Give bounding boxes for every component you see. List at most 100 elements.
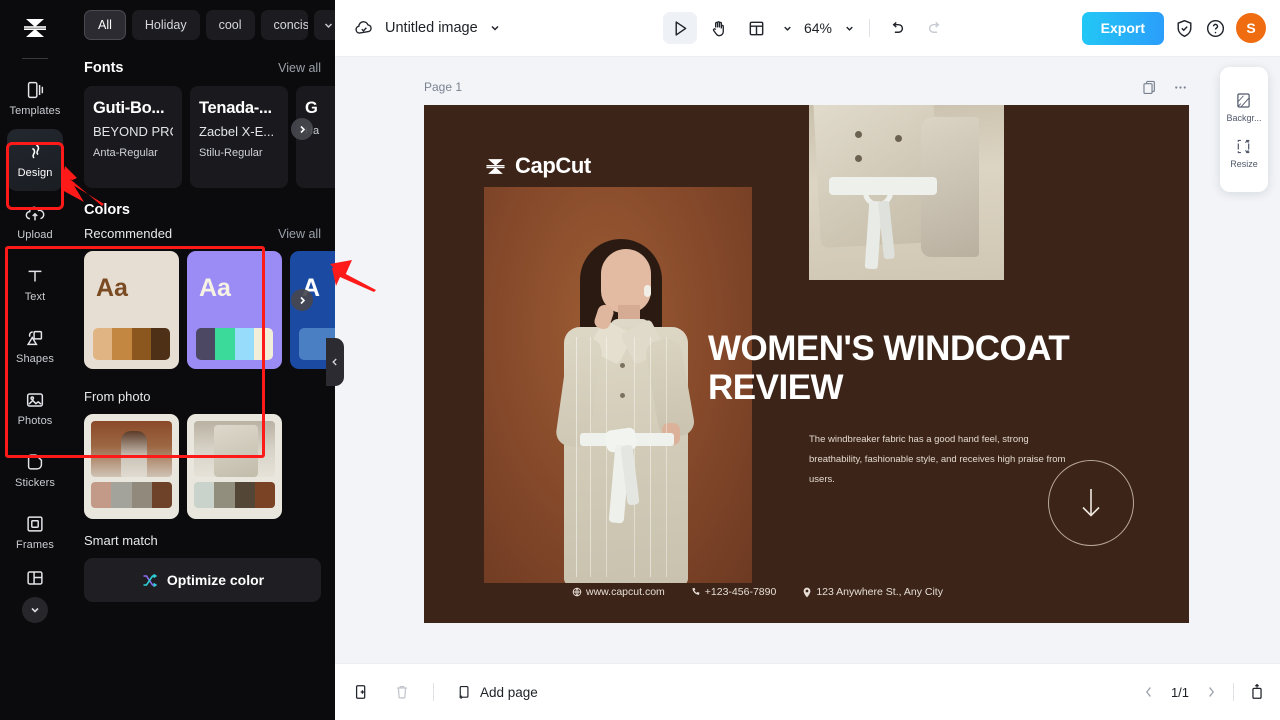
layout-tool-button[interactable]	[739, 12, 773, 44]
rail-expand-button[interactable]	[22, 597, 48, 623]
undo-button[interactable]	[880, 12, 914, 44]
export-label: Export	[1100, 20, 1145, 36]
poster-arrow-badge[interactable]	[1048, 460, 1134, 546]
sidebar-item-stickers[interactable]: Stickers	[7, 439, 63, 501]
palette-next-button[interactable]	[291, 289, 313, 311]
from-photo-card[interactable]	[187, 414, 282, 519]
from-photo-card[interactable]	[84, 414, 179, 519]
font-card-line1: Guti-Bo...	[93, 99, 165, 117]
sidebar-item-label: Text	[24, 291, 46, 303]
poster-canvas[interactable]: CapCut WOMEN'S WINDCOAT REVIEW The windb…	[424, 105, 1189, 623]
chips-expand-button[interactable]	[313, 10, 335, 40]
document-title[interactable]: Untitled image	[385, 20, 478, 36]
fonts-view-all[interactable]: View all	[278, 61, 321, 75]
font-card[interactable]: Tenada-... Zacbel X-E... Stilu-Regular	[190, 86, 288, 188]
capcut-logo[interactable]	[0, 0, 70, 56]
footer-address-text: 123 Anywhere St., Any City	[816, 586, 943, 598]
resize-tool-button[interactable]: Resize	[1230, 137, 1258, 169]
zoom-dropdown-button[interactable]	[839, 13, 859, 43]
sidebar-item-label: Templates	[9, 105, 61, 117]
coat-photo[interactable]	[809, 105, 1004, 280]
shapes-icon	[26, 330, 43, 346]
sidebar-item-design[interactable]: Design	[7, 129, 63, 191]
duplicate-button[interactable]	[347, 677, 377, 707]
design-icon	[32, 144, 40, 159]
shield-icon[interactable]	[1174, 18, 1195, 39]
chevron-right-icon	[299, 125, 305, 133]
resize-tool-label: Resize	[1230, 158, 1258, 169]
chevron-left-icon[interactable]	[1141, 684, 1157, 700]
optimize-color-button[interactable]: Optimize color	[84, 558, 321, 602]
chip-all[interactable]: All	[84, 10, 126, 40]
frames-icon	[27, 516, 43, 532]
chip-holiday[interactable]: Holiday	[131, 10, 200, 40]
sidebar-item-label: Stickers	[15, 477, 55, 489]
select-tool-button[interactable]	[663, 12, 697, 44]
cursor-icon	[675, 20, 686, 36]
chip-concise[interactable]: concise	[260, 10, 308, 40]
export-button[interactable]: Export	[1081, 11, 1164, 45]
page-label: Page 1	[424, 80, 463, 94]
add-page-label: Add page	[480, 684, 538, 700]
palette-swatches	[196, 328, 273, 360]
from-photo-thumb	[194, 421, 275, 477]
sidebar-item-upload[interactable]: Upload	[7, 191, 63, 253]
text-icon	[28, 270, 42, 282]
duplicate-icon	[355, 685, 366, 699]
zoom-level[interactable]: 64%	[801, 20, 835, 36]
poster-body-text[interactable]: The windbreaker fabric has a good hand f…	[809, 430, 1079, 490]
palette-card[interactable]: Aa	[187, 251, 282, 369]
footer-website: www.capcut.com	[572, 586, 665, 598]
font-card-line2: Zacbel X-E...	[199, 123, 275, 139]
more-horizontal-icon[interactable]	[1172, 79, 1189, 96]
recommended-label: Recommended	[84, 226, 173, 241]
optimize-color-label: Optimize color	[166, 572, 265, 588]
font-card-line3: Stilu-Regular	[199, 146, 263, 159]
sidebar-item-frames[interactable]: Frames	[7, 501, 63, 563]
panel-collapse-handle[interactable]	[326, 338, 344, 386]
sidebar-item-label: Upload	[17, 229, 53, 241]
sidebar-item-text[interactable]: Text	[7, 253, 63, 315]
globe-icon	[572, 587, 582, 597]
add-page-button[interactable]: Add page	[450, 684, 544, 701]
expand-icon[interactable]	[1248, 683, 1266, 701]
duplicate-page-icon[interactable]	[1141, 79, 1158, 96]
sidebar-item-templates[interactable]: Templates	[7, 67, 63, 129]
chip-cool[interactable]: cool	[205, 10, 255, 40]
from-photo-cards	[70, 404, 335, 519]
colors-view-all[interactable]: View all	[278, 227, 321, 241]
footer-phone-text: +123-456-7890	[704, 586, 777, 598]
arrow-down-icon	[1082, 489, 1100, 517]
background-icon	[1237, 92, 1251, 108]
poster-brand: CapCut	[484, 153, 591, 179]
undo-icon	[892, 21, 904, 33]
font-card-line3: Anta-Regular	[93, 146, 158, 159]
chevron-right-icon[interactable]	[1203, 684, 1219, 700]
redo-button[interactable]	[918, 12, 952, 44]
poster-headline[interactable]: WOMEN'S WINDCOAT REVIEW	[708, 329, 1178, 407]
palette-sample-text: Aa	[96, 274, 128, 302]
delete-button[interactable]	[387, 677, 417, 707]
chevron-down-icon[interactable]	[488, 21, 502, 35]
help-icon[interactable]	[1205, 18, 1226, 39]
font-card-line1: G	[305, 99, 318, 117]
cloud-saved-icon[interactable]	[353, 17, 375, 39]
sidebar-item-shapes[interactable]: Shapes	[7, 315, 63, 377]
hand-icon	[712, 20, 724, 36]
canvas-right-tools: Backgr... Resize	[1220, 67, 1268, 192]
sidebar-item-photos[interactable]: Photos	[7, 377, 63, 439]
palette-card[interactable]: Aa	[84, 251, 179, 369]
hand-tool-button[interactable]	[701, 12, 735, 44]
font-card[interactable]: Guti-Bo... BEYOND PRO... Anta-Regular	[84, 86, 182, 188]
layouts-icon	[27, 571, 43, 585]
background-tool-button[interactable]: Backgr...	[1226, 91, 1262, 123]
canvas-area: Page 1 CapCut WOMEN'S WINDCOAT REVIEW Th…	[335, 57, 1280, 663]
bottom-right-divider	[1233, 683, 1234, 701]
fonts-next-button[interactable]	[291, 118, 313, 140]
from-photo-title: From photo	[84, 389, 151, 404]
avatar[interactable]: S	[1236, 13, 1266, 43]
layout-dropdown-button[interactable]	[777, 13, 797, 43]
sidebar-item-layouts[interactable]	[7, 563, 63, 593]
page-count: 1/1	[1170, 684, 1190, 700]
colors-title: Colors	[84, 202, 130, 218]
